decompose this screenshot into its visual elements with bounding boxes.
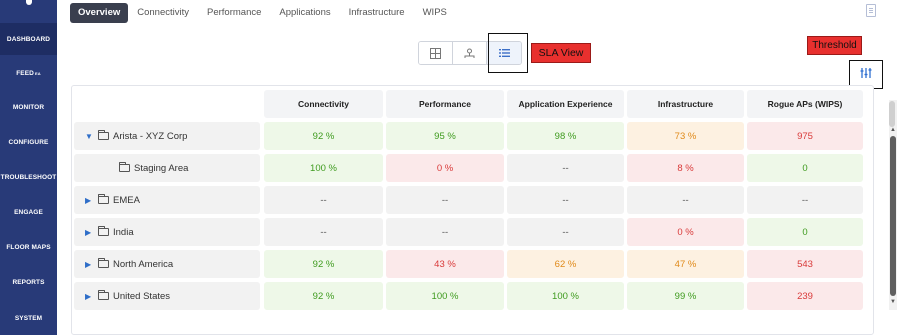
folder-icon	[98, 290, 109, 300]
scroll-thumb[interactable]	[890, 136, 896, 296]
sla-table: Connectivity Performance Application Exp…	[71, 85, 874, 335]
folder-open-icon	[119, 162, 130, 172]
row-name-cell[interactable]: ▶ United States	[74, 282, 260, 310]
folder-icon	[98, 194, 109, 204]
row-name-cell[interactable]: ▶ EMEA	[74, 186, 260, 214]
sidebar: DASHBOARD FEED EA MONITOR CONFIGURE TROUB…	[0, 0, 57, 335]
row-name-label: United States	[113, 290, 171, 302]
metric-cell[interactable]: --	[507, 186, 624, 214]
row-name-label: North America	[113, 258, 174, 270]
caret-right-icon[interactable]: ▶	[85, 292, 95, 301]
metric-cell[interactable]: --	[386, 218, 504, 246]
metric-cell[interactable]: 0 %	[627, 218, 744, 246]
scroll-down-arrow[interactable]: ▼	[889, 298, 897, 306]
page-scroll-thumb[interactable]	[889, 101, 895, 127]
metric-cell[interactable]: 62 %	[507, 250, 624, 278]
metric-cell[interactable]: --	[627, 186, 744, 214]
column-header-infrastructure[interactable]: Infrastructure	[627, 90, 744, 118]
metric-cell[interactable]: 100 %	[386, 282, 504, 310]
tab-overview[interactable]: Overview	[70, 3, 129, 23]
metric-cell[interactable]: 98 %	[507, 122, 624, 150]
metric-cell[interactable]: 0	[747, 218, 863, 246]
sidebar-item-label: REPORTS	[12, 278, 45, 286]
sidebar-item-label: SYSTEM	[14, 314, 43, 322]
sidebar-item-troubleshoot[interactable]: TROUBLESHOOT	[0, 161, 57, 193]
row-name-label: Arista - XYZ Corp	[113, 130, 188, 142]
sidebar-item-reports[interactable]: REPORTS	[0, 266, 57, 298]
tab-connectivity[interactable]: Connectivity	[128, 3, 198, 23]
metric-cell[interactable]: 73 %	[627, 122, 744, 150]
metric-cell[interactable]: --	[264, 218, 383, 246]
metric-cell[interactable]: --	[386, 186, 504, 214]
column-header-application-experience[interactable]: Application Experience	[507, 90, 624, 118]
metric-cell[interactable]: 92 %	[264, 282, 383, 310]
metric-cell[interactable]: 92 %	[264, 122, 383, 150]
caret-right-icon[interactable]: ▶	[85, 228, 95, 237]
sidebar-item-configure[interactable]: CONFIGURE	[0, 126, 57, 158]
metric-cell[interactable]: 0 %	[386, 154, 504, 182]
threshold-annotation: Threshold	[807, 36, 862, 55]
sidebar-item-label: MONITOR	[12, 103, 45, 111]
sidebar-item-system[interactable]: SYSTEM	[0, 302, 57, 334]
caret-right-icon[interactable]: ▶	[85, 260, 95, 269]
sidebar-item-label: CONFIGURE	[8, 138, 49, 146]
metric-cell[interactable]: 239	[747, 282, 863, 310]
tab-applications[interactable]: Applications	[270, 3, 339, 23]
sla-view-annotation: SLA View	[531, 43, 591, 63]
metric-cell[interactable]: 95 %	[386, 122, 504, 150]
tab-performance[interactable]: Performance	[198, 3, 270, 23]
tab-wips[interactable]: WIPS	[414, 3, 456, 23]
column-header-performance[interactable]: Performance	[386, 90, 504, 118]
sidebar-item-dashboard[interactable]: DASHBOARD	[0, 23, 57, 55]
metric-cell[interactable]: --	[747, 186, 863, 214]
logo	[26, 0, 32, 5]
metric-cell[interactable]: 543	[747, 250, 863, 278]
folder-icon	[98, 130, 109, 140]
caret-down-icon[interactable]: ▼	[85, 132, 95, 141]
folder-icon	[98, 258, 109, 268]
sidebar-item-label: FEED	[16, 69, 34, 77]
document-icon[interactable]	[866, 4, 876, 17]
ea-badge: EA	[34, 70, 41, 76]
row-name-cell[interactable]: ▼ Arista - XYZ Corp	[74, 122, 260, 150]
tab-infrastructure[interactable]: Infrastructure	[340, 3, 414, 23]
metric-cell[interactable]: 0	[747, 154, 863, 182]
vertical-scrollbar[interactable]: ▲ ▼	[889, 100, 897, 310]
metric-cell[interactable]: 100 %	[507, 282, 624, 310]
row-name-label: Staging Area	[134, 162, 189, 174]
grid-icon[interactable]	[419, 42, 453, 64]
sidebar-item-label: DASHBOARD	[6, 35, 51, 43]
sliders-icon	[860, 67, 872, 82]
metric-cell[interactable]: 47 %	[627, 250, 744, 278]
metric-cell[interactable]: 92 %	[264, 250, 383, 278]
column-header-rogue-aps[interactable]: Rogue APs (WIPS)	[747, 90, 863, 118]
row-name-cell[interactable]: ▶ India	[74, 218, 260, 246]
caret-right-icon[interactable]: ▶	[85, 196, 95, 205]
metric-cell[interactable]: 100 %	[264, 154, 383, 182]
sla-view-highlight	[488, 33, 528, 73]
column-header-connectivity[interactable]: Connectivity	[264, 90, 383, 118]
sidebar-item-label: TROUBLESHOOT	[0, 173, 57, 181]
folder-icon	[98, 226, 109, 236]
sidebar-item-feed[interactable]: FEED EA	[0, 57, 57, 89]
metric-cell[interactable]: 43 %	[386, 250, 504, 278]
row-name-cell[interactable]: ▶ North America	[74, 250, 260, 278]
metric-cell[interactable]: 975	[747, 122, 863, 150]
row-name-label: EMEA	[113, 194, 140, 206]
scroll-up-arrow[interactable]: ▲	[889, 126, 897, 134]
sidebar-item-label: FLOOR MAPS	[6, 243, 51, 251]
metric-cell[interactable]: --	[507, 154, 624, 182]
metric-cell[interactable]: --	[507, 218, 624, 246]
tab-bar: Overview Connectivity Performance Applic…	[70, 2, 456, 24]
sidebar-item-engage[interactable]: ENGAGE	[0, 196, 57, 228]
sidebar-item-label: ENGAGE	[14, 208, 43, 216]
sidebar-item-floor-maps[interactable]: FLOOR MAPS	[0, 231, 57, 263]
hierarchy-icon[interactable]	[453, 42, 487, 64]
metric-cell[interactable]: --	[264, 186, 383, 214]
metric-cell[interactable]: 99 %	[627, 282, 744, 310]
row-name-label: India	[113, 226, 134, 238]
metric-cell[interactable]: 8 %	[627, 154, 744, 182]
row-name-cell[interactable]: Staging Area	[74, 154, 260, 182]
sidebar-item-monitor[interactable]: MONITOR	[0, 91, 57, 123]
